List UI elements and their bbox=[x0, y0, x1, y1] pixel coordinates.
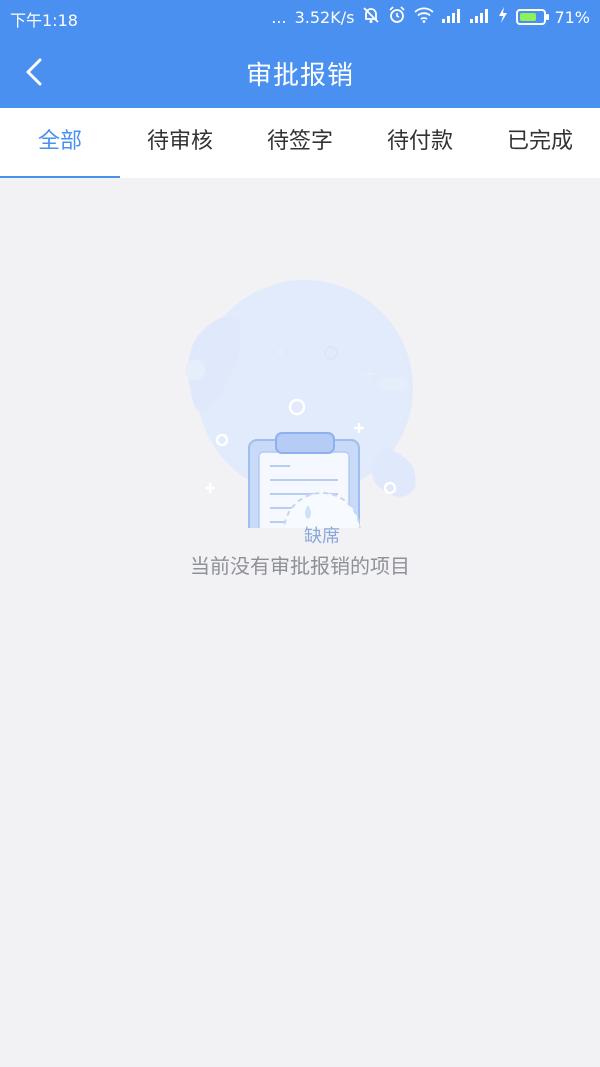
battery-percent: 71% bbox=[554, 7, 590, 27]
battery-icon bbox=[516, 9, 550, 25]
empty-message: 当前没有审批报销的项目 bbox=[190, 554, 410, 578]
status-time: 下午1:18 bbox=[10, 11, 78, 30]
status-right: ... 3.52K/s 71% bbox=[271, 6, 590, 28]
stamp-text: 缺席 bbox=[304, 526, 340, 547]
empty-state: 缺席 当前没有审批报销的项目 bbox=[0, 178, 600, 1067]
tab-pending-review[interactable]: 待审核 bbox=[120, 108, 240, 178]
tab-completed[interactable]: 已完成 bbox=[480, 108, 600, 178]
tab-pending-payment[interactable]: 待付款 bbox=[360, 108, 480, 178]
charging-icon bbox=[498, 7, 508, 27]
status-dots: ... bbox=[271, 7, 287, 27]
signal-icon bbox=[442, 8, 462, 27]
empty-clipboard-illustration: 缺席 bbox=[150, 258, 450, 599]
page-title: 审批报销 bbox=[245, 61, 354, 91]
tab-all[interactable]: 全部 bbox=[0, 108, 120, 178]
network-speed: 3.52K/s bbox=[294, 7, 355, 27]
status-bar: 下午1:18 ... 3.52K/s 71% bbox=[0, 0, 600, 34]
alarm-icon bbox=[388, 6, 406, 28]
wifi-icon bbox=[414, 7, 435, 27]
mute-bell-icon bbox=[362, 6, 380, 28]
app-bar: 审批报销 bbox=[0, 34, 600, 108]
tab-pending-sign[interactable]: 待签字 bbox=[240, 108, 360, 178]
tab-bar: 全部 待审核 待签字 待付款 已完成 bbox=[0, 108, 600, 178]
signal-icon bbox=[470, 8, 490, 27]
